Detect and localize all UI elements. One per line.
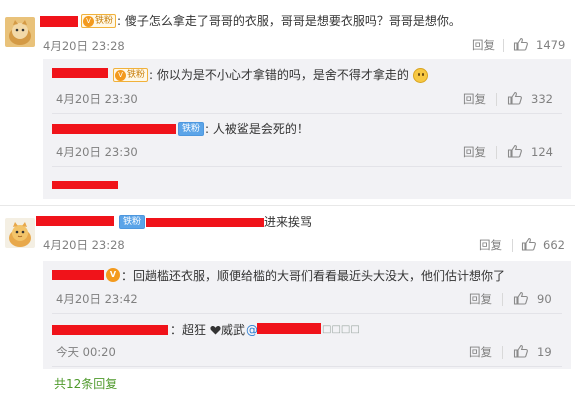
like-count: 124	[531, 145, 553, 159]
thumbs-up-icon[interactable]	[521, 237, 537, 251]
like-count: 19	[537, 345, 552, 359]
divider	[52, 313, 562, 314]
like-count: 1479	[536, 38, 566, 52]
divider	[502, 346, 503, 359]
divider	[52, 166, 562, 167]
divider	[496, 146, 497, 159]
divider	[52, 366, 562, 367]
reply-time: 今天 00:20	[56, 345, 116, 359]
reply-time: 4月20日 23:30	[56, 92, 138, 106]
redacted-username	[36, 216, 114, 226]
reply-text: ：超狂	[170, 323, 207, 337]
sad-face-emoji	[413, 68, 428, 83]
user-avatar[interactable]	[5, 218, 35, 248]
gold-fan-icon: V	[83, 15, 94, 27]
redacted-username	[52, 124, 176, 134]
reply-text: ：回趟槛还衣服，顺便给槛的大哥们看看最近头大没大，他们估计想你了	[121, 269, 506, 283]
comment-text: : 傻子怎么拿走了哥哥的衣服，哥哥是想要衣服吗？哥哥是想你。	[117, 14, 461, 28]
reply-button[interactable]: 回复	[463, 145, 486, 159]
thumbs-up-icon[interactable]	[513, 291, 529, 305]
more-replies-link[interactable]: 共12条回复	[54, 376, 117, 392]
redacted-username	[52, 270, 104, 280]
like-count: 90	[537, 292, 552, 306]
divider	[502, 293, 503, 306]
reply-time: 4月20日 23:30	[56, 145, 138, 159]
fan-badge[interactable]: V 铁粉	[81, 14, 117, 28]
redacted-content	[52, 181, 118, 189]
redacted-content	[146, 218, 264, 227]
reply-time: 4月20日 23:42	[56, 292, 138, 306]
thumbs-up-icon[interactable]	[513, 37, 529, 51]
divider	[496, 93, 497, 106]
reply-button[interactable]: 回复	[469, 345, 492, 359]
thumbs-up-icon[interactable]	[507, 144, 523, 158]
reply-text: : 人被鲨是会死的！	[205, 122, 309, 136]
reply-text: 威武	[221, 323, 246, 337]
comment-divider	[0, 205, 575, 206]
divider	[512, 239, 513, 252]
like-count: 332	[531, 92, 553, 106]
reply-button[interactable]: 回复	[463, 92, 486, 106]
redacted-username	[257, 323, 321, 334]
thumbs-up-icon[interactable]	[507, 91, 523, 105]
fan-badge[interactable]: V 铁粉	[113, 68, 149, 82]
gold-fan-icon: V	[106, 268, 120, 282]
comment-time: 4月20日 23:28	[43, 238, 125, 252]
fan-badge[interactable]: 铁粉	[178, 122, 205, 136]
thumbs-up-icon[interactable]	[513, 344, 529, 358]
reply-button[interactable]: 回复	[472, 38, 495, 52]
like-count: 662	[543, 238, 565, 252]
divider	[52, 113, 562, 114]
comment-time: 4月20日 23:28	[43, 39, 125, 53]
reply-text: : 你以为是不小心才拿错的吗，是舍不得才拿走的	[149, 68, 409, 82]
redacted-username	[52, 325, 168, 335]
user-avatar[interactable]	[5, 17, 35, 47]
reply-button[interactable]: 回复	[479, 238, 502, 252]
reply-text: □□□□	[322, 324, 360, 335]
heart-icon	[210, 326, 221, 335]
redacted-username	[40, 16, 78, 27]
gold-fan-icon: V	[115, 69, 126, 81]
comment-text: 进来挨骂	[264, 215, 313, 229]
divider	[503, 39, 504, 52]
reply-button[interactable]: 回复	[469, 292, 492, 306]
redacted-username	[52, 68, 108, 78]
fan-badge[interactable]: 铁粉	[119, 215, 146, 229]
